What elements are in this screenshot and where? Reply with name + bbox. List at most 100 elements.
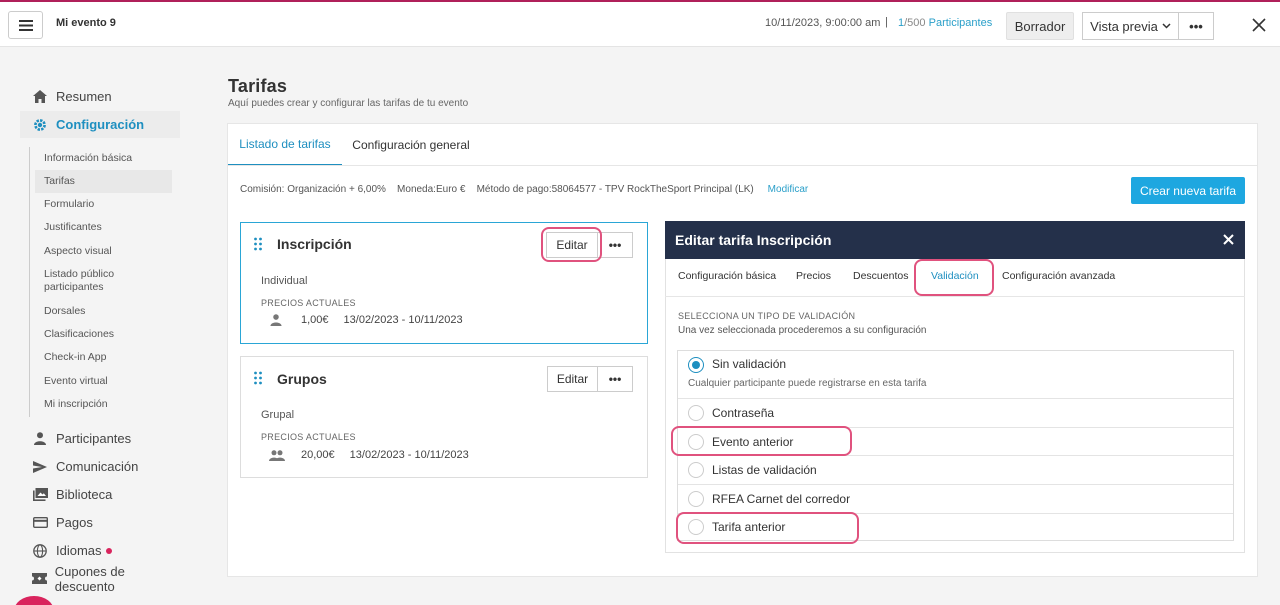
borrador-button[interactable]: Borrador xyxy=(1006,12,1074,40)
comision-label: Comisión: xyxy=(240,184,285,195)
precios-actuales-label: PRECIOS ACTUALES xyxy=(261,298,356,308)
tarifa-more-button[interactable]: ••• xyxy=(597,232,633,258)
edit-panel-title: Editar tarifa Inscripción xyxy=(665,221,1245,259)
send-icon xyxy=(30,460,50,473)
option-contrasena[interactable]: Contraseña xyxy=(678,398,1233,427)
option-label: RFEA Carnet del corredor xyxy=(712,492,851,506)
submenu-item-check-in-app[interactable]: Check-in App xyxy=(35,351,172,364)
validation-description: Una vez seleccionada procederemos a su c… xyxy=(678,325,927,336)
sidebar-item-label: Configuración xyxy=(56,117,145,132)
editar-button[interactable]: Editar xyxy=(546,232,598,258)
participants-count[interactable]: 1/500 Participantes xyxy=(898,17,992,29)
edit-panel-close-button[interactable] xyxy=(1220,231,1236,247)
participants-label: Participantes xyxy=(928,17,993,29)
more-options-button[interactable]: ••• xyxy=(1178,12,1214,40)
radio-button[interactable] xyxy=(688,405,704,421)
radio-button[interactable] xyxy=(688,357,704,373)
sidebar-item-idiomas[interactable]: Idiomas xyxy=(20,537,180,564)
tab-configuracion-general[interactable]: Configuración general xyxy=(346,123,476,166)
tab-listado-de-tarifas[interactable]: Listado de tarifas xyxy=(228,123,342,166)
sidebar-item-participantes[interactable]: Participantes xyxy=(20,425,180,452)
library-icon xyxy=(30,488,50,501)
page-subtitle: Aquí puedes crear y configurar las tarif… xyxy=(228,98,469,109)
submenu-item-mi-inscripcion[interactable]: Mi inscripción xyxy=(35,398,172,411)
validation-heading: SELECCIONA UN TIPO DE VALIDACIÓN xyxy=(678,311,856,321)
edit-tabs-divider xyxy=(665,296,1245,297)
sidebar-item-label: Pagos xyxy=(56,515,93,530)
hamburger-icon xyxy=(18,19,33,31)
radio-button[interactable] xyxy=(688,491,704,507)
option-label: Tarifa anterior xyxy=(712,520,786,534)
sidebar-item-comunicacion[interactable]: Comunicación xyxy=(20,453,180,480)
event-name: Mi evento 9 xyxy=(56,17,116,29)
drag-handle-icon[interactable] xyxy=(253,237,263,251)
option-label: Sin validación xyxy=(712,357,787,371)
radio-button[interactable] xyxy=(688,433,704,450)
group-icon xyxy=(269,449,285,461)
option-sin-validacion[interactable]: Sin validación xyxy=(678,351,1233,398)
radio-button[interactable] xyxy=(688,519,704,535)
close-icon xyxy=(1252,18,1266,32)
submenu-item-justificantes[interactable]: Justificantes xyxy=(35,221,172,234)
tab-precios[interactable]: Precios xyxy=(796,270,831,282)
editar-button[interactable]: Editar xyxy=(547,366,598,392)
submenu-item-informacion-basica[interactable]: Información básica xyxy=(35,152,172,165)
close-icon xyxy=(1222,233,1234,245)
close-button[interactable] xyxy=(1248,14,1270,36)
moneda-value: Euro € xyxy=(435,184,466,195)
tarifa-dates: 13/02/2023 - 10/11/2023 xyxy=(349,449,469,461)
option-listas-de-validacion[interactable]: Listas de validación xyxy=(678,455,1233,484)
submenu-item-listado-publico[interactable]: Listado público participantes xyxy=(35,268,145,294)
radio-button[interactable] xyxy=(688,462,704,478)
precios-actuales-label: PRECIOS ACTUALES xyxy=(261,432,356,442)
tarifa-title: Inscripción xyxy=(277,236,352,252)
submenu-item-aspecto-visual[interactable]: Aspecto visual xyxy=(35,245,172,258)
sidebar-item-pagos[interactable]: Pagos xyxy=(20,509,180,536)
modificar-link[interactable]: Modificar xyxy=(768,184,809,195)
sidebar-item-biblioteca[interactable]: Biblioteca xyxy=(20,481,180,508)
sidebar-item-configuracion[interactable]: Configuración xyxy=(20,111,180,138)
sidebar-item-label: Cupones de descuento xyxy=(54,563,125,594)
tab-descuentos[interactable]: Descuentos xyxy=(853,270,908,282)
drag-handle-icon[interactable] xyxy=(253,371,263,385)
sidebar-item-resumen[interactable]: Resumen xyxy=(20,83,180,110)
option-description: Cualquier participante puede registrarse… xyxy=(688,378,927,389)
sidebar-item-label: Participantes xyxy=(56,431,132,446)
vista-previa-button[interactable]: Vista previa xyxy=(1082,12,1179,40)
sidebar-item-label: Idiomas xyxy=(56,543,102,558)
tarifa-type: Grupal xyxy=(261,409,295,421)
metodo-pago-value: 58064577 - TPV RockTheSport Principal (L… xyxy=(551,184,754,195)
tarifa-more-button[interactable]: ••• xyxy=(597,366,633,392)
tarifa-price: 1,00€ xyxy=(301,314,329,326)
crear-nueva-tarifa-button[interactable]: Crear nueva tarifa xyxy=(1131,177,1245,204)
menu-button[interactable] xyxy=(8,11,43,39)
option-rfea-carnet[interactable]: RFEA Carnet del corredor xyxy=(678,484,1233,513)
option-evento-anterior[interactable]: Evento anterior xyxy=(678,427,1233,455)
sidebar-item-label: Resumen xyxy=(56,89,112,104)
metodo-pago-label: Método de pago: xyxy=(476,184,552,195)
globe-icon xyxy=(30,543,50,558)
tarifas-info: Comisión: Organización + 6,00% Moneda:Eu… xyxy=(240,184,808,195)
submenu-item-clasificaciones[interactable]: Clasificaciones xyxy=(35,328,172,341)
option-label: Listas de validación xyxy=(712,463,817,477)
tab-configuracion-avanzada[interactable]: Configuración avanzada xyxy=(1002,270,1115,282)
tab-validacion[interactable]: Validación xyxy=(931,270,979,282)
moneda-label: Moneda: xyxy=(397,184,436,195)
submenu-item-dorsales[interactable]: Dorsales xyxy=(35,305,172,318)
help-chat-button[interactable] xyxy=(14,596,54,605)
submenu-item-tarifas[interactable]: Tarifas xyxy=(35,170,172,193)
person-icon xyxy=(30,432,50,445)
tarifa-price: 20,00€ xyxy=(301,449,335,461)
sidebar-item-label: Comunicación xyxy=(56,459,139,474)
comision-value: Organización + 6,00% xyxy=(287,184,386,195)
tab-configuracion-basica[interactable]: Configuración básica xyxy=(678,270,776,282)
tabs-divider xyxy=(227,165,1258,166)
submenu-item-formulario[interactable]: Formulario xyxy=(35,198,172,211)
option-tarifa-anterior[interactable]: Tarifa anterior xyxy=(678,513,1233,540)
person-icon xyxy=(270,314,282,326)
sidebar-item-cupones[interactable]: Cupones de descuento xyxy=(20,563,180,594)
participants-total: /500 xyxy=(904,17,926,29)
gear-icon xyxy=(30,118,50,132)
vista-previa-label: Vista previa xyxy=(1090,18,1158,34)
submenu-item-evento-virtual[interactable]: Evento virtual xyxy=(35,375,172,388)
